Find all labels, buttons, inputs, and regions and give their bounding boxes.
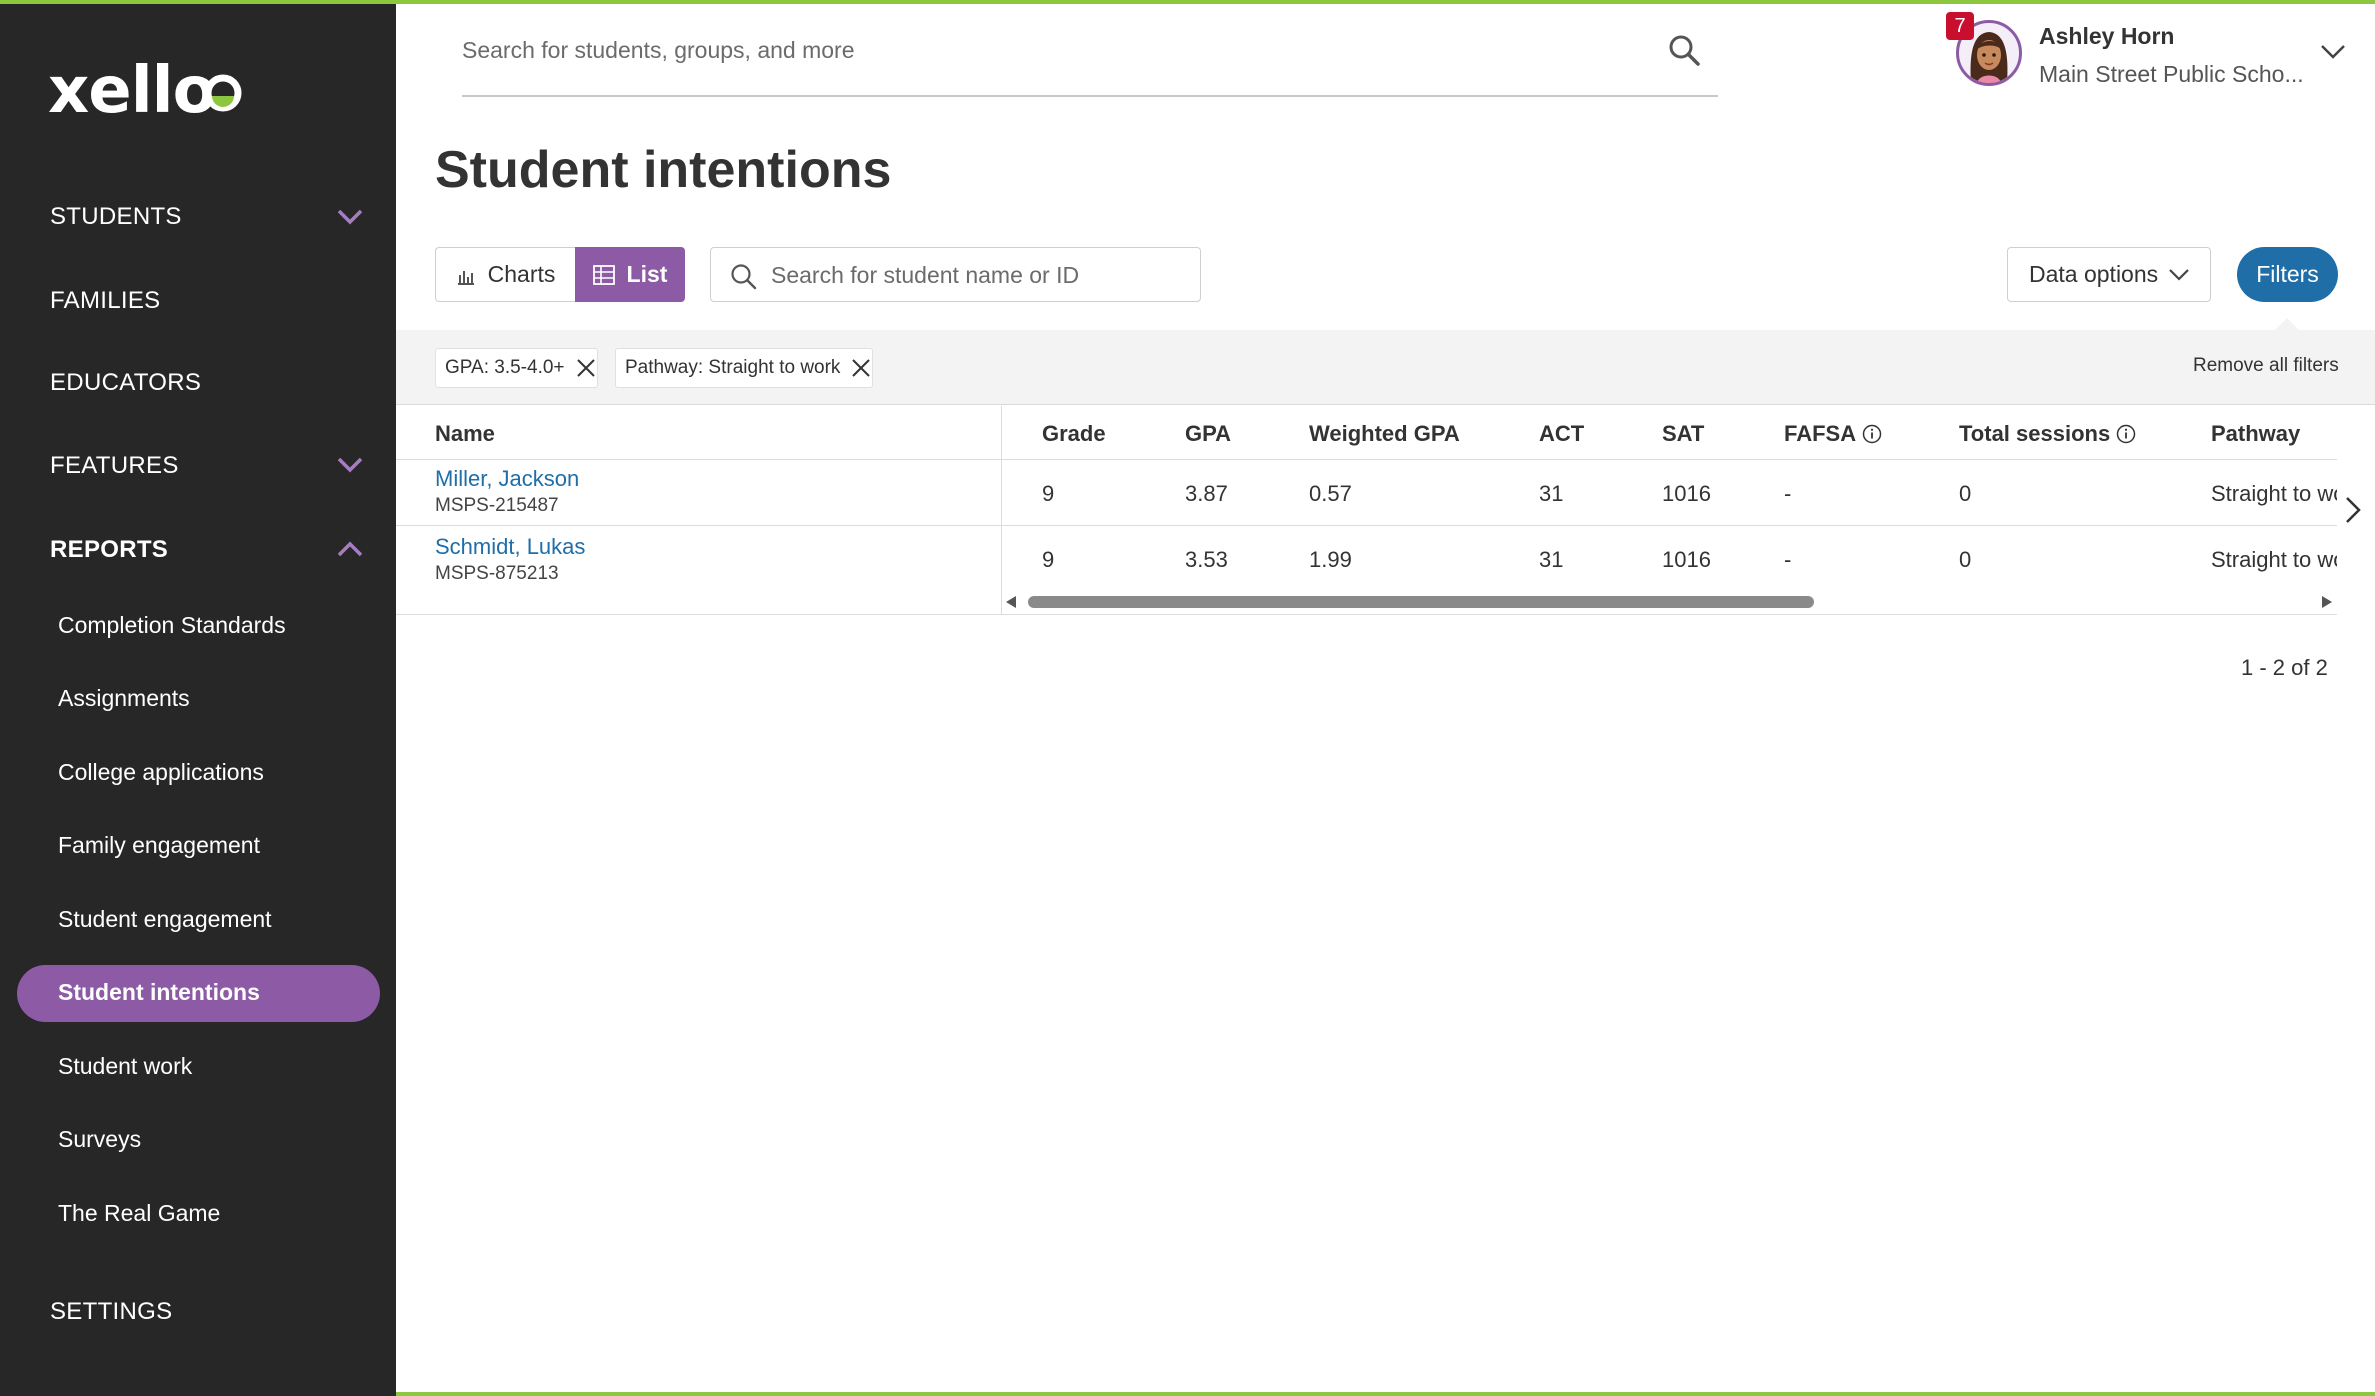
cell-pathway: Straight to work	[2211, 547, 2337, 572]
column-header-name[interactable]: Name	[435, 421, 495, 447]
filter-chip-label: Pathway: Straight to work	[625, 357, 841, 378]
svg-text:xello: xello	[48, 60, 216, 120]
search-icon	[731, 264, 757, 290]
cell-total-sessions: 0	[1959, 547, 1972, 572]
notification-badge[interactable]: 7	[1946, 12, 1974, 40]
column-header-gpa[interactable]: GPA	[1185, 421, 1231, 447]
column-header-grade[interactable]: Grade	[1042, 421, 1106, 447]
info-icon[interactable]	[2116, 424, 2136, 444]
sidebar-item-student-engagement[interactable]: Student engagement	[58, 908, 272, 931]
column-header-sat[interactable]: SAT	[1662, 421, 1704, 447]
xello-logo[interactable]: xello	[48, 60, 248, 120]
user-school[interactable]: Main Street Public Scho...	[2039, 61, 2304, 88]
header-row-divider	[396, 459, 2337, 460]
column-header-fafsa[interactable]: FAFSA	[1784, 421, 1882, 447]
sidebar-item-student-work[interactable]: Student work	[58, 1055, 192, 1078]
nav-students[interactable]: STUDENTS	[50, 205, 182, 229]
student-id: MSPS-875213	[435, 563, 559, 584]
close-icon[interactable]	[850, 357, 872, 379]
data-options-label: Data options	[2029, 261, 2159, 287]
nav-educators[interactable]: EDUCATORS	[50, 371, 201, 395]
filter-chip-pathway: Pathway: Straight to work	[615, 348, 874, 388]
list-label: List	[626, 261, 668, 287]
table-bottom-border	[396, 614, 2337, 615]
chevron-down-icon[interactable]	[337, 209, 363, 225]
column-header-fafsa-label: FAFSA	[1784, 421, 1857, 446]
filters-panel-caret	[2275, 318, 2299, 330]
frozen-column-divider	[1001, 406, 1002, 614]
column-header-weighted-gpa[interactable]: Weighted GPA	[1309, 421, 1460, 447]
student-id: MSPS-215487	[435, 495, 559, 516]
pagination-label: 1 - 2 of 2	[2241, 655, 2328, 680]
sidebar-item-college-applications[interactable]: College applications	[58, 761, 264, 784]
chevron-up-icon[interactable]	[337, 541, 363, 557]
cell-fafsa: -	[1784, 481, 1792, 506]
filters-button[interactable]: Filters	[2237, 247, 2338, 302]
sidebar-item-student-intentions-label: Student intentions	[58, 979, 260, 1005]
student-search-box	[710, 247, 1201, 302]
nav-reports[interactable]: REPORTS	[50, 538, 168, 562]
cell-fafsa: -	[1784, 547, 1792, 572]
remove-all-filters-link[interactable]: Remove all filters	[2193, 355, 2339, 377]
cell-weighted-gpa: 1.99	[1309, 547, 1352, 572]
cell-gpa: 3.87	[1185, 481, 1228, 506]
charts-view-button[interactable]: Charts	[435, 247, 575, 302]
list-view-button[interactable]: List	[575, 247, 685, 302]
nav-features[interactable]: FEATURES	[50, 454, 179, 478]
filter-chip-gpa: GPA: 3.5-4.0+	[435, 348, 598, 388]
chevron-down-icon[interactable]	[2320, 44, 2346, 60]
table-row-divider	[396, 525, 2337, 526]
cell-act: 31	[1539, 547, 1564, 572]
data-options-dropdown[interactable]: Data options	[2007, 247, 2211, 302]
brand-top-stripe	[0, 0, 2375, 4]
cell-pathway: Straight to work	[2211, 481, 2337, 506]
global-search-underline	[462, 95, 1718, 97]
sidebar-item-assignments[interactable]: Assignments	[58, 687, 190, 710]
bar-chart-icon	[457, 270, 474, 285]
chevron-down-icon[interactable]	[337, 457, 363, 473]
column-header-total-sessions-label: Total sessions	[1959, 421, 2111, 446]
page-title: Student intentions	[435, 141, 892, 199]
student-name-link[interactable]: Schmidt, Lukas	[435, 534, 585, 560]
table-list-icon	[592, 264, 615, 285]
view-toggle: Charts List	[435, 247, 685, 302]
charts-label: Charts	[487, 261, 556, 287]
close-icon[interactable]	[575, 357, 597, 379]
sidebar-item-completion-standards[interactable]: Completion Standards	[58, 614, 286, 637]
student-name-link[interactable]: Miller, Jackson	[435, 466, 579, 492]
sidebar-item-family-engagement[interactable]: Family engagement	[58, 834, 260, 857]
scrollbar-thumb[interactable]	[1028, 596, 1814, 608]
cell-weighted-gpa: 0.57	[1309, 481, 1352, 506]
nav-settings[interactable]: SETTINGS	[50, 1300, 172, 1324]
column-header-total-sessions[interactable]: Total sessions	[1959, 421, 2136, 447]
info-icon[interactable]	[1862, 424, 1882, 444]
cell-grade: 9	[1042, 547, 1055, 572]
brand-bottom-stripe	[396, 1392, 2375, 1396]
sidebar: xello STUDENTS FAMILIES EDUCATORS FEATUR…	[0, 0, 396, 1396]
sidebar-item-the-real-game[interactable]: The Real Game	[58, 1202, 220, 1225]
cell-sat: 1016	[1662, 547, 1711, 572]
global-search-input[interactable]: Search for students, groups, and more	[462, 37, 855, 64]
column-header-act[interactable]: ACT	[1539, 421, 1584, 447]
user-name[interactable]: Ashley Horn	[2039, 23, 2174, 50]
chevron-right-icon[interactable]	[2343, 495, 2363, 525]
search-icon[interactable]	[1667, 33, 1701, 67]
student-search-input[interactable]	[771, 256, 1191, 294]
nav-families[interactable]: FAMILIES	[50, 289, 160, 313]
cell-grade: 9	[1042, 481, 1055, 506]
cell-sat: 1016	[1662, 481, 1711, 506]
sidebar-item-surveys[interactable]: Surveys	[58, 1128, 141, 1151]
chevron-down-icon	[2169, 269, 2189, 281]
column-header-pathway[interactable]: Pathway	[2211, 421, 2300, 447]
filter-chip-label: GPA: 3.5-4.0+	[445, 357, 565, 378]
cell-total-sessions: 0	[1959, 481, 1972, 506]
cell-gpa: 3.53	[1185, 547, 1228, 572]
cell-act: 31	[1539, 481, 1564, 506]
